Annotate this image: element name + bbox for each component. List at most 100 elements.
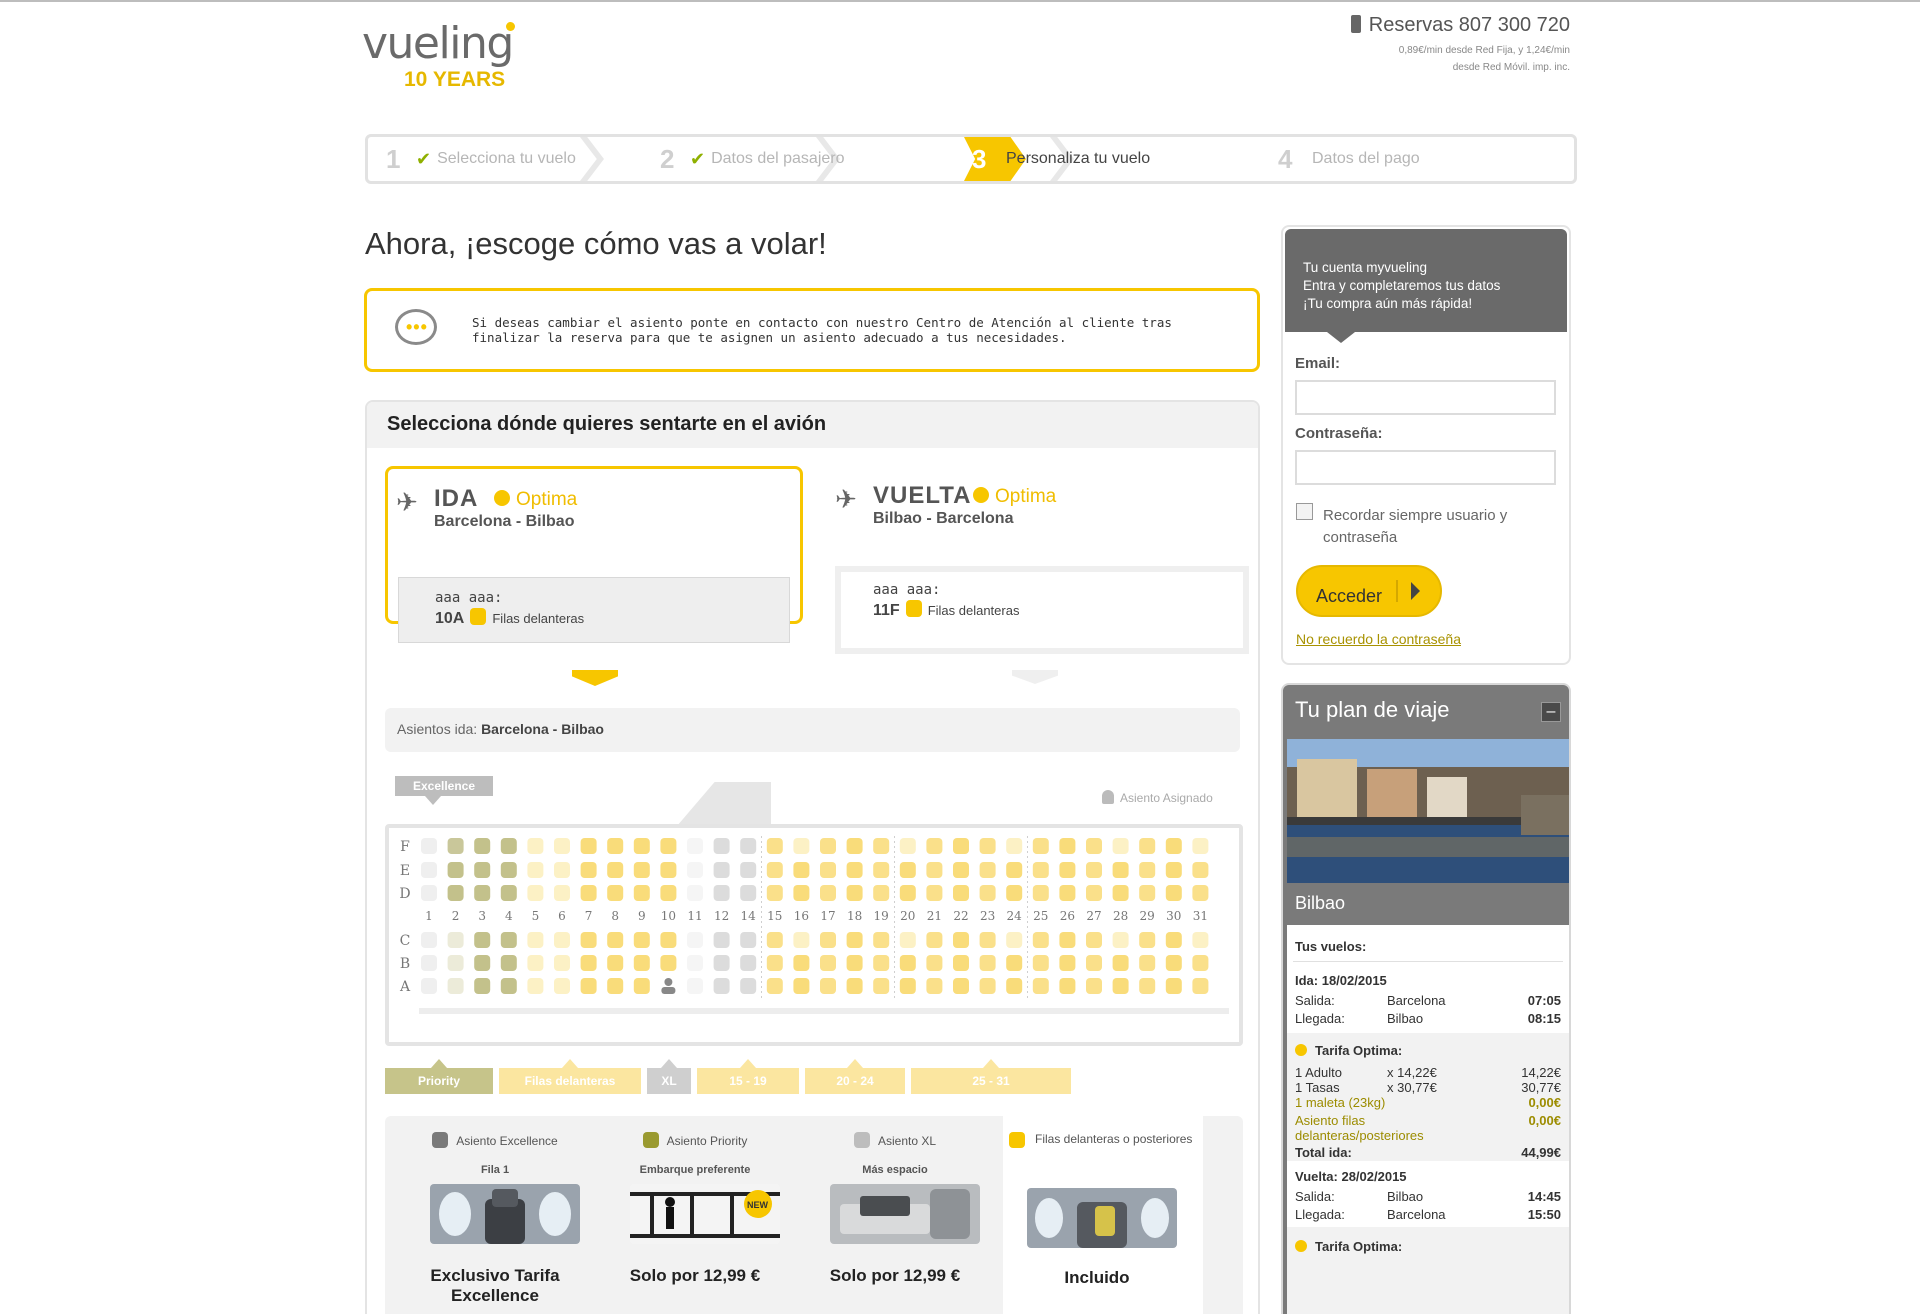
seat[interactable]: [687, 978, 703, 994]
seat[interactable]: [421, 862, 437, 878]
minimize-button[interactable]: –: [1541, 702, 1561, 722]
remember-checkbox[interactable]: [1296, 503, 1313, 520]
seat[interactable]: [873, 885, 890, 901]
seat[interactable]: [766, 978, 783, 994]
seat[interactable]: [1165, 885, 1182, 901]
seat[interactable]: [899, 838, 916, 854]
seat[interactable]: [820, 838, 836, 854]
seat[interactable]: [633, 955, 650, 971]
seat[interactable]: [1032, 862, 1049, 878]
seat[interactable]: [1059, 978, 1076, 994]
seat[interactable]: [979, 932, 996, 948]
seat[interactable]: [474, 838, 491, 854]
seat[interactable]: [474, 862, 491, 878]
seat[interactable]: [953, 838, 969, 854]
seat[interactable]: [500, 955, 517, 971]
seat[interactable]: [633, 862, 650, 878]
seat[interactable]: [1165, 838, 1182, 854]
seat[interactable]: [926, 978, 943, 994]
seat[interactable]: [580, 978, 597, 994]
seat[interactable]: [660, 862, 677, 878]
seat[interactable]: [687, 885, 703, 901]
seat[interactable]: [687, 955, 703, 971]
seat[interactable]: [979, 885, 996, 901]
seat[interactable]: [1192, 862, 1209, 878]
seat[interactable]: [554, 885, 570, 901]
step-1[interactable]: 1 ✔ Selecciona tu vuelo: [368, 137, 578, 181]
seat[interactable]: [846, 955, 863, 971]
seat[interactable]: [899, 862, 916, 878]
seat[interactable]: [873, 862, 890, 878]
seat[interactable]: [607, 862, 624, 878]
seat[interactable]: [1006, 978, 1023, 994]
seat[interactable]: [766, 885, 783, 901]
seat[interactable]: [500, 978, 517, 994]
seat[interactable]: [820, 955, 836, 971]
seat[interactable]: [1165, 862, 1182, 878]
login-button[interactable]: Acceder: [1296, 565, 1442, 617]
seat[interactable]: [527, 862, 544, 878]
legend-priority[interactable]: Asiento Priority Embarque preferente NEW…: [595, 1116, 795, 1314]
seat[interactable]: [713, 932, 730, 948]
seat[interactable]: [687, 932, 703, 948]
seat[interactable]: [740, 978, 757, 994]
seat[interactable]: [1006, 932, 1023, 948]
seat[interactable]: [687, 838, 703, 854]
seat[interactable]: [1192, 885, 1209, 901]
seat[interactable]: [873, 955, 890, 971]
seat[interactable]: [580, 932, 597, 948]
seat[interactable]: [1112, 838, 1129, 854]
seat[interactable]: [793, 978, 810, 994]
seat[interactable]: [1032, 978, 1049, 994]
seat[interactable]: [607, 932, 624, 948]
seat[interactable]: [846, 838, 863, 854]
legend-xl[interactable]: Asiento XL Más espacio Solo por 12,99 €: [795, 1116, 995, 1314]
seat[interactable]: [740, 862, 757, 878]
seat[interactable]: [979, 978, 996, 994]
seat[interactable]: [713, 885, 730, 901]
seat[interactable]: [820, 885, 836, 901]
seat[interactable]: [713, 978, 730, 994]
seat[interactable]: [527, 885, 544, 901]
seat[interactable]: [500, 838, 517, 854]
seat[interactable]: [500, 885, 517, 901]
seat[interactable]: [580, 955, 597, 971]
seat[interactable]: [953, 955, 969, 971]
flight-card-ida[interactable]: ✈ IDA Optima Barcelona - Bilbao aaa aaa:…: [385, 466, 803, 643]
seat[interactable]: [953, 862, 969, 878]
seat[interactable]: [953, 978, 969, 994]
seat[interactable]: [1165, 955, 1182, 971]
seat[interactable]: [873, 932, 890, 948]
seat[interactable]: [1032, 885, 1049, 901]
seat[interactable]: [527, 978, 544, 994]
seat[interactable]: [633, 932, 650, 948]
seat[interactable]: [926, 838, 943, 854]
forgot-password-link[interactable]: No recuerdo la contraseña: [1296, 631, 1461, 647]
seat[interactable]: [447, 838, 464, 854]
seat[interactable]: [740, 955, 757, 971]
seat[interactable]: [1139, 932, 1156, 948]
seat[interactable]: [1086, 838, 1102, 854]
seat[interactable]: [580, 885, 597, 901]
seat[interactable]: [660, 838, 677, 854]
seat[interactable]: [447, 932, 464, 948]
seat[interactable]: [607, 885, 624, 901]
seat[interactable]: [793, 862, 810, 878]
seat[interactable]: [873, 838, 890, 854]
seat[interactable]: [846, 932, 863, 948]
seat[interactable]: [1032, 955, 1049, 971]
seat[interactable]: [820, 862, 836, 878]
email-field[interactable]: [1295, 380, 1556, 415]
seat[interactable]: [1192, 932, 1209, 948]
seat[interactable]: [1112, 955, 1129, 971]
vueling-logo[interactable]: vueling 10 YEARS: [362, 18, 515, 91]
seat[interactable]: [740, 932, 757, 948]
seat[interactable]: [554, 932, 570, 948]
seat[interactable]: [1139, 838, 1156, 854]
seat[interactable]: [1086, 932, 1102, 948]
seat[interactable]: [660, 885, 677, 901]
seat[interactable]: [926, 885, 943, 901]
seat[interactable]: [766, 932, 783, 948]
seat[interactable]: [1139, 955, 1156, 971]
seat[interactable]: [713, 955, 730, 971]
